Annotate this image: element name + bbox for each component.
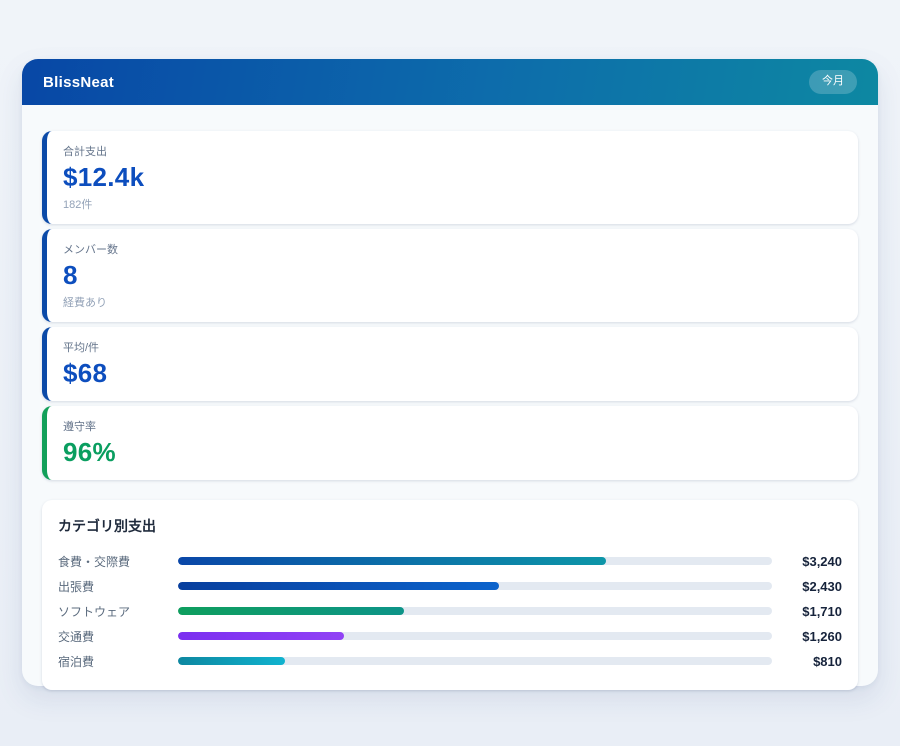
category-label: 交通費 [58, 628, 178, 645]
category-bar-track [178, 632, 772, 640]
category-bar-track [178, 607, 772, 615]
category-row-business-trip: 出張費 $2,430 [58, 574, 842, 599]
category-label: ソフトウェア [58, 603, 178, 620]
category-bar-fill [178, 557, 606, 565]
dashboard-content: 合計支出 $12.4k 182件 メンバー数 8 経費あり 平均/件 $68 遵… [22, 105, 878, 712]
dashboard-panel: BlissNeat 今月 合計支出 $12.4k 182件 メンバー数 8 経費… [22, 59, 878, 686]
app-header: BlissNeat 今月 [22, 59, 878, 105]
stat-value: 96% [63, 438, 842, 468]
category-value: $1,710 [780, 604, 842, 619]
category-row-transportation: 交通費 $1,260 [58, 624, 842, 649]
category-row-software: ソフトウェア $1,710 [58, 599, 842, 624]
stat-card-compliance-rate: 遵守率 96% [42, 406, 858, 480]
category-breakdown-card: カテゴリ別支出 食費・交際費 $3,240 出張費 $2,430 ソフトウェア [42, 500, 858, 690]
period-badge[interactable]: 今月 [809, 70, 857, 93]
stat-label: 平均/件 [63, 339, 842, 355]
stat-label: メンバー数 [63, 241, 842, 257]
stat-card-average-per-item: 平均/件 $68 [42, 327, 858, 401]
category-bar-fill [178, 607, 404, 615]
stat-card-member-count: メンバー数 8 経費あり [42, 229, 858, 322]
stat-sub: 182件 [63, 196, 842, 212]
category-bar-track [178, 582, 772, 590]
category-label: 出張費 [58, 578, 178, 595]
category-value: $3,240 [780, 554, 842, 569]
category-bar-fill [178, 632, 344, 640]
category-bar-track [178, 557, 772, 565]
stat-sub: 経費あり [63, 294, 842, 310]
category-bar-fill [178, 582, 499, 590]
stat-value: 8 [63, 261, 842, 291]
category-bar-track [178, 657, 772, 665]
category-label: 宿泊費 [58, 653, 178, 670]
category-value: $810 [780, 654, 842, 669]
category-bar-fill [178, 657, 285, 665]
stat-value: $12.4k [63, 163, 842, 193]
app-title: BlissNeat [43, 74, 114, 91]
stat-value: $68 [63, 359, 842, 389]
category-value: $2,430 [780, 579, 842, 594]
category-label: 食費・交際費 [58, 553, 178, 570]
category-value: $1,260 [780, 629, 842, 644]
category-card-title: カテゴリ別支出 [58, 516, 842, 536]
stat-label: 遵守率 [63, 418, 842, 434]
category-row-food-entertainment: 食費・交際費 $3,240 [58, 549, 842, 574]
stat-label: 合計支出 [63, 143, 842, 159]
category-row-lodging: 宿泊費 $810 [58, 649, 842, 674]
stat-card-total-spend: 合計支出 $12.4k 182件 [42, 131, 858, 224]
